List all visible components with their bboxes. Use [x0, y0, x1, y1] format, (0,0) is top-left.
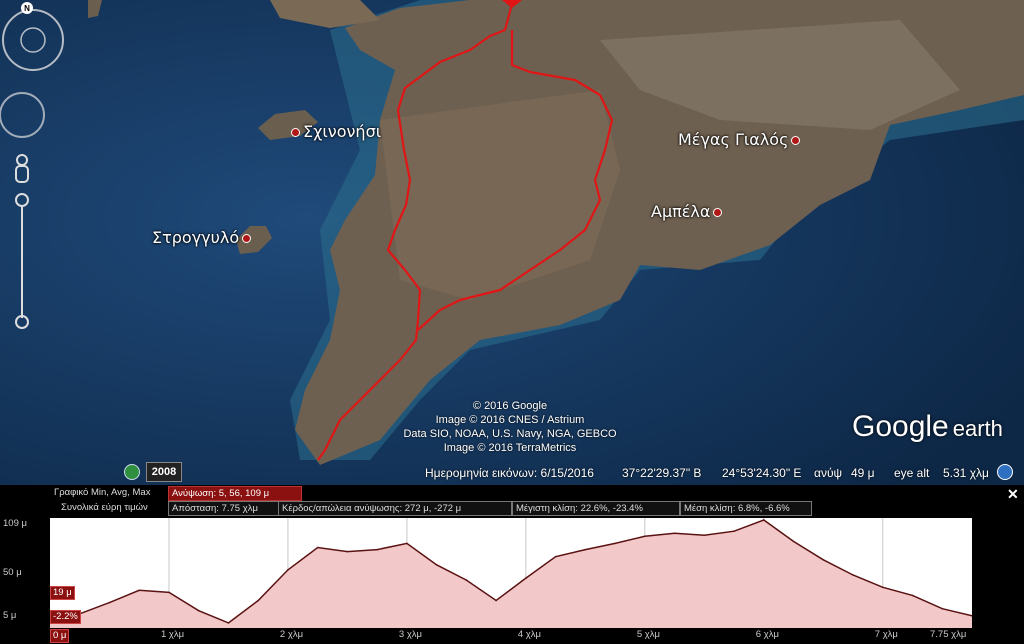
x-tick-label: 5 χλμ [636, 629, 660, 640]
y-tick-label: 109 μ [3, 518, 27, 529]
elevation-point [227, 622, 230, 624]
x-tick-label: 3 χλμ [398, 629, 423, 640]
cursor-elevation-marker: 19 μ [50, 586, 75, 600]
distance-summary[interactable]: Απόσταση: 7.75 χλμ [168, 501, 280, 516]
elevation-point [554, 555, 557, 558]
elevation-point [792, 540, 795, 543]
elevation-point [911, 594, 914, 597]
elevation-profile-panel: Γραφικό Min, Avg, Max Ανύψωση: 5, 56, 10… [0, 485, 1024, 644]
elevation-point [644, 535, 646, 538]
place-label-strongylo[interactable]: Στρογγυλό [152, 228, 254, 247]
totals-label: Συνολικά εύρη τιμών [61, 502, 148, 513]
look-joystick-icon[interactable] [0, 92, 45, 138]
elevation-chart[interactable] [50, 518, 972, 628]
elevation-point [763, 519, 765, 521]
elevation-point [376, 548, 379, 551]
elevation-point [257, 599, 259, 602]
eye-alt-label: eye alt [894, 466, 930, 480]
elevation-point [465, 579, 468, 581]
x-tick-label: 7 χλμ [874, 629, 898, 640]
y-tick-label: 5 μ [3, 610, 17, 621]
elevation-point [346, 550, 349, 553]
place-label-schinonisi[interactable]: Σχινονήσι [288, 122, 381, 141]
place-marker-icon [242, 234, 252, 243]
altitude-label: ανύψ [814, 466, 843, 480]
place-marker-icon [791, 136, 801, 145]
graph-minmax-label: Γραφικό Min, Avg, Max [54, 487, 151, 498]
imagery-date: Ημερομηνία εικόνων: 6/15/2016 [425, 466, 594, 480]
elevation-point [703, 534, 706, 537]
max-slope-summary[interactable]: Μέγιστη κλίση: 22.6%, -23.4% [512, 501, 680, 516]
place-label-ampela[interactable]: Αμπέλα [651, 202, 725, 221]
elevation-point [316, 546, 319, 549]
elevation-point [525, 577, 527, 579]
elevation-point [673, 532, 676, 535]
elevation-point [733, 530, 735, 532]
elevation-point [435, 564, 438, 566]
cursor-slope-marker: -2.2% [50, 610, 81, 624]
close-icon[interactable]: ✕ [1007, 486, 1019, 503]
elevation-point [495, 599, 497, 602]
elevation-point [406, 542, 408, 545]
elevation-gain-loss-summary[interactable]: Κέρδος/απώλεια ανύψωσης: 272 μ, -272 μ [278, 501, 512, 516]
zoom-slider[interactable] [15, 193, 29, 329]
elevation-point [584, 548, 587, 551]
x-tick-label: 2 χλμ [279, 629, 304, 640]
latitude-readout: 37°22'29.37" Β [622, 466, 702, 480]
altitude-value: 49 μ [851, 466, 875, 480]
x-tick-label: 7.75 χλμ [930, 629, 967, 640]
elevation-point [168, 591, 170, 594]
elevation-point [941, 607, 944, 610]
x-tick-label: 4 χλμ [517, 629, 541, 640]
x-tick-label: 1 χλμ [160, 629, 185, 640]
navigation-controls[interactable]: N [0, 0, 66, 340]
y-tick-label: 50 μ [3, 567, 22, 578]
place-marker-icon [713, 208, 723, 217]
avg-slope-summary[interactable]: Μέση κλίση: 6.8%, -6.6% [680, 501, 812, 516]
place-label-megas-gialos[interactable]: Μέγας Γιαλός [678, 130, 803, 149]
imagery-credits: © 2016 Google Image © 2016 CNES / Astriu… [403, 400, 617, 454]
elevation-point [138, 589, 140, 592]
elevation-point [287, 569, 289, 571]
google-earth-logo: Google earth [852, 410, 1003, 443]
eye-alt-value: 5.31 χλμ [943, 466, 989, 480]
elevation-summary-tab[interactable]: Ανύψωση: 5, 56, 109 μ [168, 486, 302, 501]
compass-north-label: N [24, 4, 30, 13]
longitude-readout: 24°53'24.30" Ε [722, 466, 802, 480]
elevation-point [108, 601, 111, 604]
elevation-point [882, 586, 884, 589]
cursor-distance-marker: 0 μ [50, 629, 70, 643]
overview-globe-icon[interactable] [997, 464, 1013, 480]
elevation-point [852, 574, 854, 576]
elevation-point [614, 542, 616, 545]
satellite-map[interactable]: Σχινονήσι Στρογγυλό Μέγας Γιαλός Αμπέλα … [0, 0, 1024, 485]
compass-ring-icon[interactable] [2, 2, 64, 71]
street-view-pegman-icon[interactable] [15, 154, 29, 183]
place-marker-icon [291, 128, 300, 137]
elevation-point [822, 559, 825, 561]
elevation-point [197, 609, 200, 612]
status-bar: Ημερομηνία εικόνων: 6/15/2016 37°22'29.3… [0, 462, 1024, 484]
x-tick-label: 6 χλμ [755, 629, 779, 640]
